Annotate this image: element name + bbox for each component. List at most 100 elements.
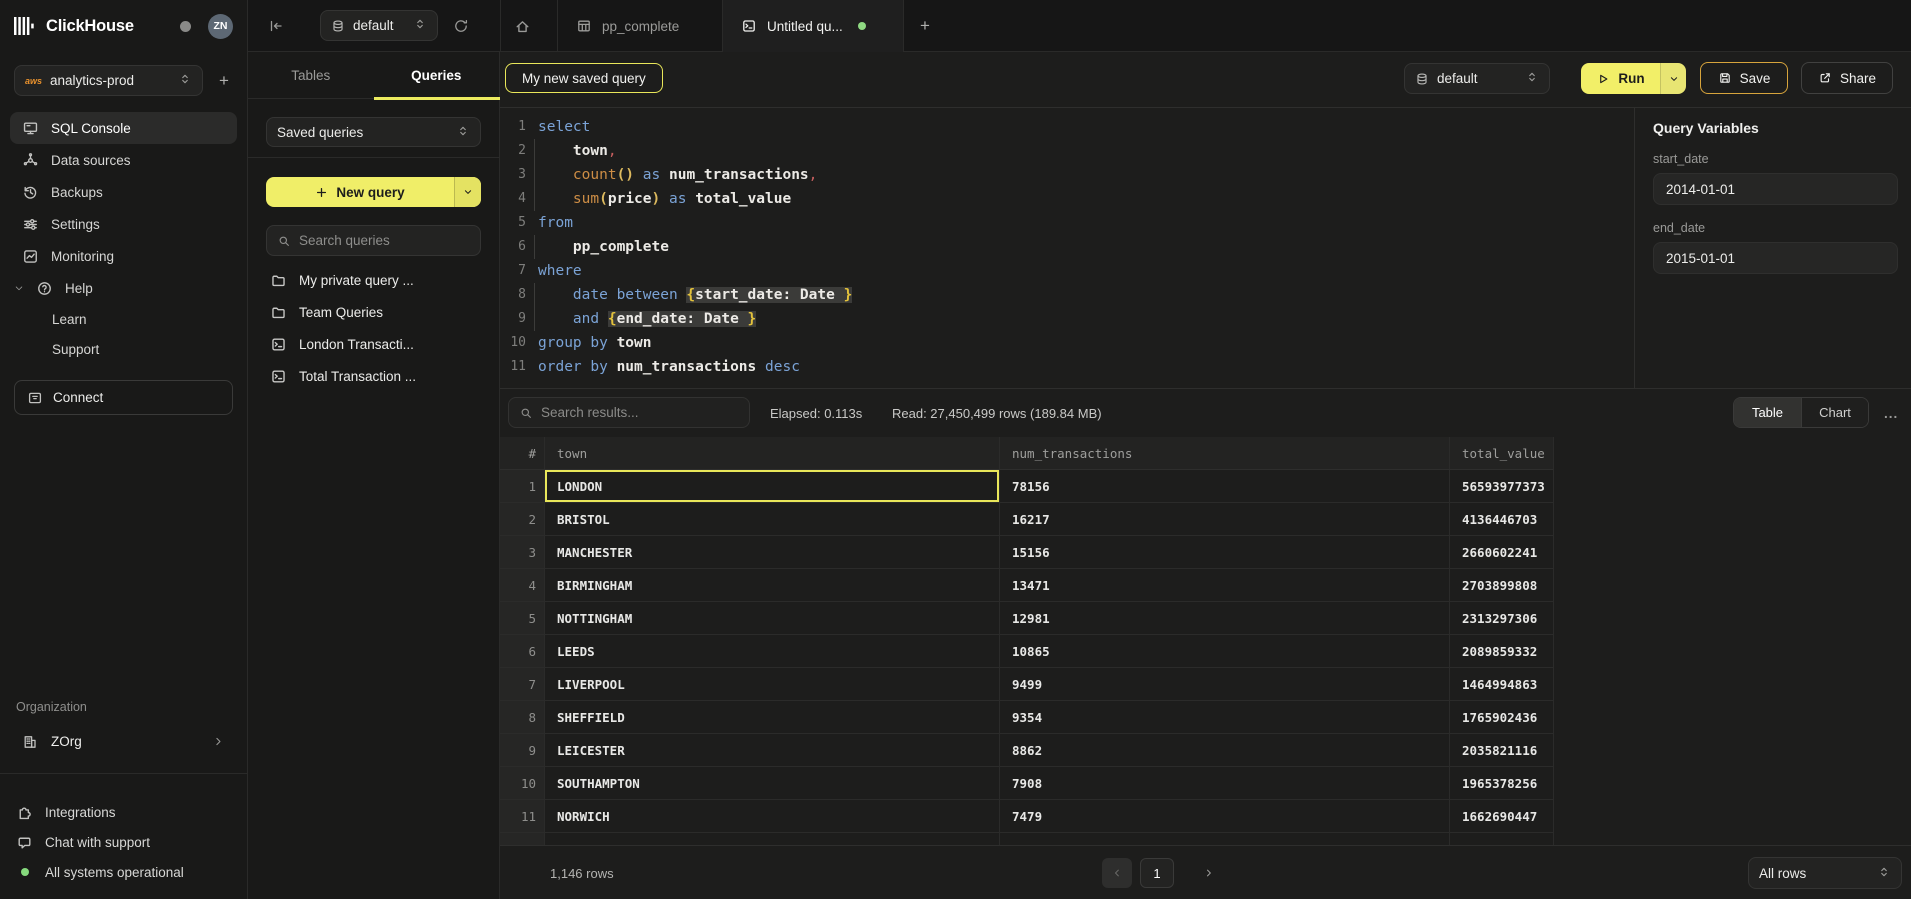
view-chart-button[interactable]: Chart — [1801, 398, 1868, 427]
table-cell[interactable]: BIRMINGHAM — [545, 569, 1000, 601]
saved-query-london-transacti[interactable]: London Transacti... — [258, 328, 489, 360]
sidebar-item-sql-console[interactable]: SQL Console — [10, 112, 237, 144]
new-query-button[interactable]: New query — [266, 177, 481, 207]
table-cell[interactable]: 2 — [500, 503, 545, 535]
search-results-input[interactable] — [541, 405, 739, 420]
previous-page-button[interactable] — [1102, 858, 1132, 888]
table-cell[interactable]: 9 — [500, 734, 545, 766]
sidebar-footer-all-systems-operational[interactable]: All systems operational — [16, 857, 237, 887]
refresh-button[interactable] — [453, 0, 469, 52]
tab-queries[interactable]: Queries — [374, 52, 500, 98]
table-cell[interactable]: 2660602241 — [1450, 536, 1553, 568]
table-cell[interactable]: 2703899808 — [1450, 569, 1553, 601]
table-cell[interactable]: NOTTINGHAM — [545, 602, 1000, 634]
table-cell[interactable]: 13471 — [1000, 569, 1450, 601]
sidebar-footer-integrations[interactable]: Integrations — [16, 797, 237, 827]
service-selector[interactable]: aws analytics-prod — [14, 65, 203, 96]
tab-pp-complete[interactable]: pp_complete — [558, 0, 722, 52]
table-cell[interactable]: 2035821116 — [1450, 734, 1553, 766]
table-cell[interactable]: 2089859332 — [1450, 635, 1553, 667]
tab-tables[interactable]: Tables — [248, 52, 374, 98]
sidebar-item-data-sources[interactable]: Data sources — [10, 144, 237, 176]
start-date-input[interactable] — [1653, 173, 1898, 205]
table-cell[interactable]: 9354 — [1000, 701, 1450, 733]
table-cell[interactable]: NORWICH — [545, 800, 1000, 832]
saved-query-team-queries[interactable]: Team Queries — [258, 296, 489, 328]
search-queries-input[interactable] — [299, 233, 470, 248]
page-size-selector[interactable]: All rows — [1748, 857, 1902, 889]
table-cell[interactable]: 2313297306 — [1450, 602, 1553, 634]
sidebar-item-support[interactable]: Support — [10, 334, 237, 364]
table-cell[interactable]: 11 — [500, 800, 545, 832]
organization-row[interactable]: ZOrg — [10, 726, 237, 757]
table-cell[interactable]: 78156 — [1000, 470, 1450, 502]
table-cell[interactable]: 3 — [500, 536, 545, 568]
table-cell[interactable]: 1464994863 — [1450, 668, 1553, 700]
column-header-[interactable]: # — [500, 437, 545, 469]
table-cell[interactable]: 1662690447 — [1450, 800, 1553, 832]
table-cell[interactable]: LEICESTER — [545, 734, 1000, 766]
table-cell[interactable]: LIVERPOOL — [545, 668, 1000, 700]
sidebar-item-settings[interactable]: Settings — [10, 208, 237, 240]
sidebar-item-backups[interactable]: Backups — [10, 176, 237, 208]
clickhouse-console-app: ClickHouse ZN aws analytics-prod + SQL C… — [0, 0, 1911, 899]
table-cell[interactable]: SOUTHAMPTON — [545, 767, 1000, 799]
table-cell[interactable]: 8 — [500, 701, 545, 733]
user-avatar[interactable]: ZN — [208, 14, 233, 39]
connect-button[interactable]: Connect — [14, 380, 233, 415]
table-cell[interactable]: 5 — [500, 602, 545, 634]
table-cell[interactable]: 1 — [500, 470, 545, 502]
tab-untitled-query[interactable]: Untitled qu... — [723, 0, 903, 52]
page-number[interactable]: 1 — [1140, 858, 1174, 888]
tab-label: pp_complete — [602, 19, 679, 34]
sidebar-footer-chat-with-support[interactable]: Chat with support — [16, 827, 237, 857]
column-header-total-value[interactable]: total_value — [1450, 437, 1553, 469]
save-button[interactable]: Save — [1700, 62, 1788, 94]
table-cell[interactable]: 6 — [500, 635, 545, 667]
home-button[interactable] — [514, 0, 531, 52]
add-service-button[interactable]: + — [215, 71, 233, 91]
run-button[interactable]: Run — [1581, 63, 1686, 94]
table-cell[interactable]: 9499 — [1000, 668, 1450, 700]
table-cell[interactable]: 15156 — [1000, 536, 1450, 568]
new-tab-button[interactable]: + — [920, 0, 930, 52]
table-cell[interactable]: MANCHESTER — [545, 536, 1000, 568]
saved-query-total-transaction[interactable]: Total Transaction ... — [258, 360, 489, 392]
saved-queries-selector[interactable]: Saved queries — [266, 117, 481, 147]
column-header-num-transactions[interactable]: num_transactions — [1000, 437, 1450, 469]
run-options-button[interactable] — [1660, 63, 1686, 94]
saved-query-tab-chip[interactable]: My new saved query — [505, 63, 663, 93]
share-button[interactable]: Share — [1801, 62, 1893, 94]
column-header-town[interactable]: town — [545, 437, 1000, 469]
sql-editor[interactable]: 1select2 town,3 count() as num_transacti… — [500, 108, 1634, 388]
table-cell[interactable]: BRISTOL — [545, 503, 1000, 535]
table-cell[interactable]: 7908 — [1000, 767, 1450, 799]
table-cell[interactable]: 1965378256 — [1450, 767, 1553, 799]
end-date-input[interactable] — [1653, 242, 1898, 274]
sidebar-item-monitoring[interactable]: Monitoring — [10, 240, 237, 272]
table-cell[interactable]: 10865 — [1000, 635, 1450, 667]
sidebar-item-help[interactable]: Help — [10, 272, 237, 304]
topbar-database-selector[interactable]: default — [320, 10, 438, 41]
sidebar-item-learn[interactable]: Learn — [10, 304, 237, 334]
table-cell[interactable]: 10 — [500, 767, 545, 799]
table-cell[interactable]: SHEFFIELD — [545, 701, 1000, 733]
table-cell[interactable]: 4136446703 — [1450, 503, 1553, 535]
table-cell[interactable]: LONDON — [545, 470, 1000, 502]
table-cell[interactable]: 56593977373 — [1450, 470, 1553, 502]
view-table-button[interactable]: Table — [1734, 398, 1801, 427]
next-page-button[interactable] — [1194, 858, 1224, 888]
table-cell[interactable]: 7 — [500, 668, 545, 700]
table-cell[interactable]: 1765902436 — [1450, 701, 1553, 733]
table-cell[interactable]: 12981 — [1000, 602, 1450, 634]
collapse-sidebar-button[interactable] — [268, 0, 284, 52]
table-cell[interactable]: 16217 — [1000, 503, 1450, 535]
run-database-selector[interactable]: default — [1404, 63, 1550, 94]
saved-query-my-private-query[interactable]: My private query ... — [258, 264, 489, 296]
new-query-dropdown-button[interactable] — [454, 177, 481, 207]
table-cell[interactable]: 7479 — [1000, 800, 1450, 832]
table-cell[interactable]: 8862 — [1000, 734, 1450, 766]
results-overflow-menu[interactable]: ... — [1884, 389, 1898, 437]
table-cell[interactable]: LEEDS — [545, 635, 1000, 667]
table-cell[interactable]: 4 — [500, 569, 545, 601]
